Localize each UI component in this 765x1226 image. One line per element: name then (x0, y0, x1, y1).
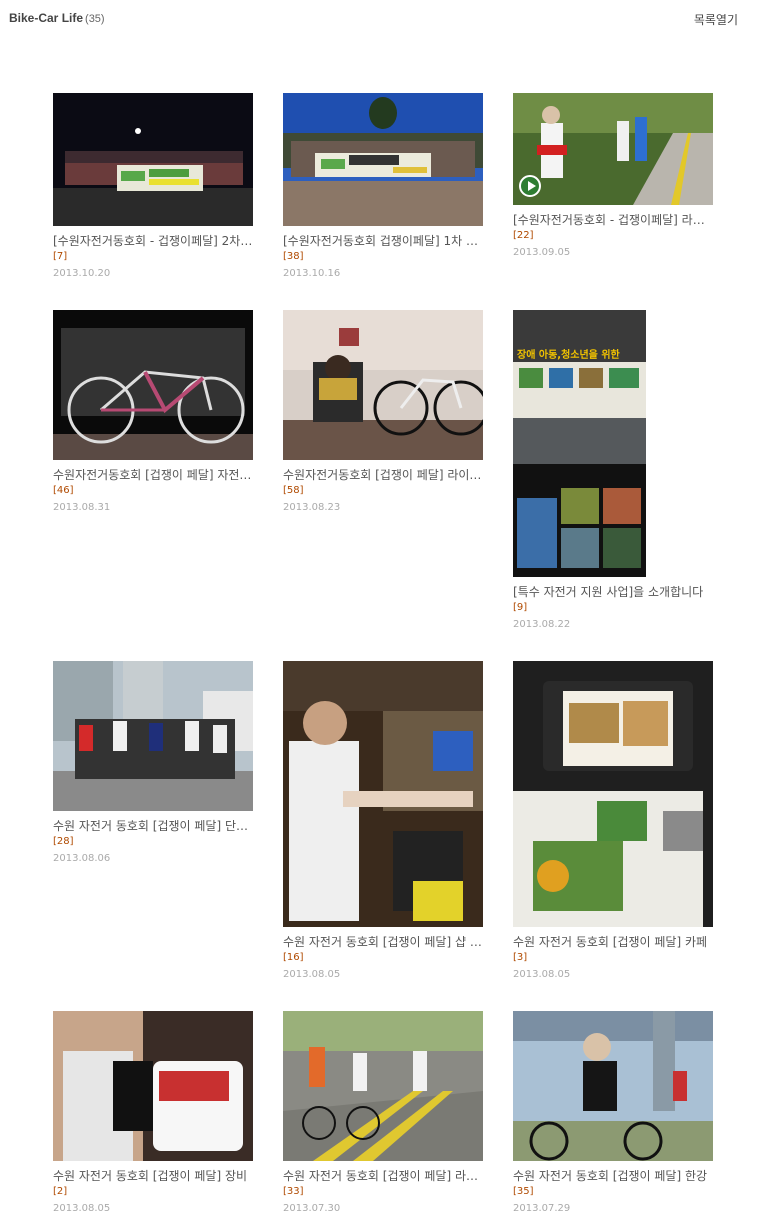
post-thumbnail[interactable] (513, 1011, 713, 1161)
blog-title-link[interactable]: Bike-Car Life (35) (9, 11, 105, 25)
blog-title: Bike-Car Life (9, 11, 84, 25)
post-card: [수원자전거동호회 - 겁쟁이페달] 라이딩 [22] 2013.09.05 (513, 93, 713, 259)
riverside-rider-photo (513, 1011, 713, 1161)
post-title[interactable]: 수원자전거동호회 [겁쟁이 페달] 자전거 소개 (53, 468, 253, 483)
comment-count[interactable]: [35] (513, 1186, 713, 1198)
road-bike-photo (53, 310, 253, 460)
post-date: 2013.08.05 (283, 969, 341, 980)
comment-count[interactable]: [33] (283, 1186, 483, 1198)
comment-count[interactable]: [9] (513, 602, 713, 614)
rider-resting-photo (283, 310, 483, 460)
comment-count[interactable]: [3] (513, 952, 713, 964)
group-photo-daytime (283, 93, 483, 226)
post-thumbnail[interactable] (53, 1011, 253, 1161)
post-title[interactable]: 수원 자전거 동호회 [겁쟁이 페달] 한강 (513, 1169, 713, 1184)
post-card: 수원자전거동호회 [겁쟁이 페달] 라이딩 후기 [58] 2013.08.23 (283, 310, 483, 514)
poster-title-line1: 장애 아동,청소년을 위한 (517, 348, 621, 361)
post-title[interactable]: [수원자전거동호회 - 겁쟁이페달] 2차 야간라이딩 (53, 234, 253, 249)
gear-closeup-photo (53, 1011, 253, 1161)
cafe-table-photo (513, 661, 713, 927)
header: Bike-Car Life (35) 목록열기 (0, 0, 765, 36)
cyclist-group-photo (53, 661, 253, 811)
post-date: 2013.08.22 (513, 619, 571, 630)
post-thumbnail[interactable] (283, 310, 483, 460)
post-thumbnail[interactable] (53, 310, 253, 460)
post-card: 수원 자전거 동호회 [겁쟁이 페달] 한강 [35] 2013.07.29 (513, 1011, 713, 1215)
bike-shop-photo (283, 661, 483, 927)
post-thumbnail[interactable] (513, 661, 713, 927)
comment-count[interactable]: [46] (53, 485, 253, 497)
comment-count[interactable]: [58] (283, 485, 483, 497)
post-card: 수원 자전거 동호회 [겁쟁이 페달] 단체사진 [28] 2013.08.06 (53, 661, 253, 865)
post-title[interactable]: 수원 자전거 동호회 [겁쟁이 페달] 샵 방문 (283, 935, 483, 950)
post-thumbnail[interactable] (513, 93, 713, 205)
night-group-photo (53, 93, 253, 226)
riders-on-path-photo (513, 93, 713, 205)
post-count: (35) (85, 13, 105, 25)
post-card: [수원자전거동호회 - 겁쟁이페달] 2차 야간라이딩 [7] 2013.10.… (53, 93, 253, 280)
post-card: 수원 자전거 동호회 [겁쟁이 페달] 장비 [2] 2013.08.05 (53, 1011, 253, 1215)
program-poster-image: 장애 아동,청소년을 위한 (513, 310, 646, 577)
post-date: 2013.08.31 (53, 502, 111, 513)
post-thumbnail[interactable] (283, 661, 483, 927)
post-date: 2013.08.23 (283, 502, 341, 513)
comment-count[interactable]: [16] (283, 952, 483, 964)
post-card: [수원자전거동호회 겁쟁이페달] 1차 정모 [38] 2013.10.16 (283, 93, 483, 280)
post-date: 2013.08.06 (53, 853, 111, 864)
post-thumbnail[interactable]: 장애 아동,청소년을 위한 (513, 310, 646, 577)
post-thumbnail[interactable] (283, 1011, 483, 1161)
post-title[interactable]: 수원 자전거 동호회 [겁쟁이 페달] 라이딩 (283, 1169, 483, 1184)
riders-on-road-photo (283, 1011, 483, 1161)
post-card: 수원자전거동호회 [겁쟁이 페달] 자전거 소개 [46] 2013.08.31 (53, 310, 253, 514)
comment-count[interactable]: [22] (513, 230, 713, 242)
post-card: 수원 자전거 동호회 [겁쟁이 페달] 샵 방문 [16] 2013.08.05 (283, 661, 483, 981)
comment-count[interactable]: [2] (53, 1186, 253, 1198)
list-open-button[interactable]: 목록열기 (694, 11, 738, 28)
post-title[interactable]: [수원자전거동호회 겁쟁이페달] 1차 정모 (283, 234, 483, 249)
post-date: 2013.10.16 (283, 268, 341, 279)
post-thumbnail[interactable] (283, 93, 483, 226)
comment-count[interactable]: [38] (283, 251, 483, 263)
post-title[interactable]: 수원 자전거 동호회 [겁쟁이 페달] 단체사진 (53, 819, 253, 834)
post-title[interactable]: 수원 자전거 동호회 [겁쟁이 페달] 장비 (53, 1169, 253, 1184)
post-date: 2013.08.05 (53, 1203, 111, 1214)
comment-count[interactable]: [28] (53, 836, 253, 848)
post-title[interactable]: [수원자전거동호회 - 겁쟁이페달] 라이딩 (513, 213, 713, 228)
comment-count[interactable]: [7] (53, 251, 253, 263)
post-card: 장애 아동,청소년을 위한 [특수 자전거 지원 사업]을 소개합니다 [9] … (513, 310, 713, 631)
post-date: 2013.08.05 (513, 969, 571, 980)
post-date: 2013.07.30 (283, 1203, 341, 1214)
post-title[interactable]: 수원자전거동호회 [겁쟁이 페달] 라이딩 후기 (283, 468, 483, 483)
post-card: 수원 자전거 동호회 [겁쟁이 페달] 라이딩 [33] 2013.07.30 (283, 1011, 483, 1215)
play-icon[interactable] (519, 175, 541, 197)
post-title[interactable]: 수원 자전거 동호회 [겁쟁이 페달] 카페 (513, 935, 713, 950)
post-date: 2013.09.05 (513, 247, 571, 258)
post-card: 수원 자전거 동호회 [겁쟁이 페달] 카페 [3] 2013.08.05 (513, 661, 713, 981)
post-thumbnail[interactable] (53, 661, 253, 811)
post-thumbnail[interactable] (53, 93, 253, 226)
post-date: 2013.07.29 (513, 1203, 571, 1214)
post-date: 2013.10.20 (53, 268, 111, 279)
post-title[interactable]: [특수 자전거 지원 사업]을 소개합니다 (513, 585, 713, 600)
